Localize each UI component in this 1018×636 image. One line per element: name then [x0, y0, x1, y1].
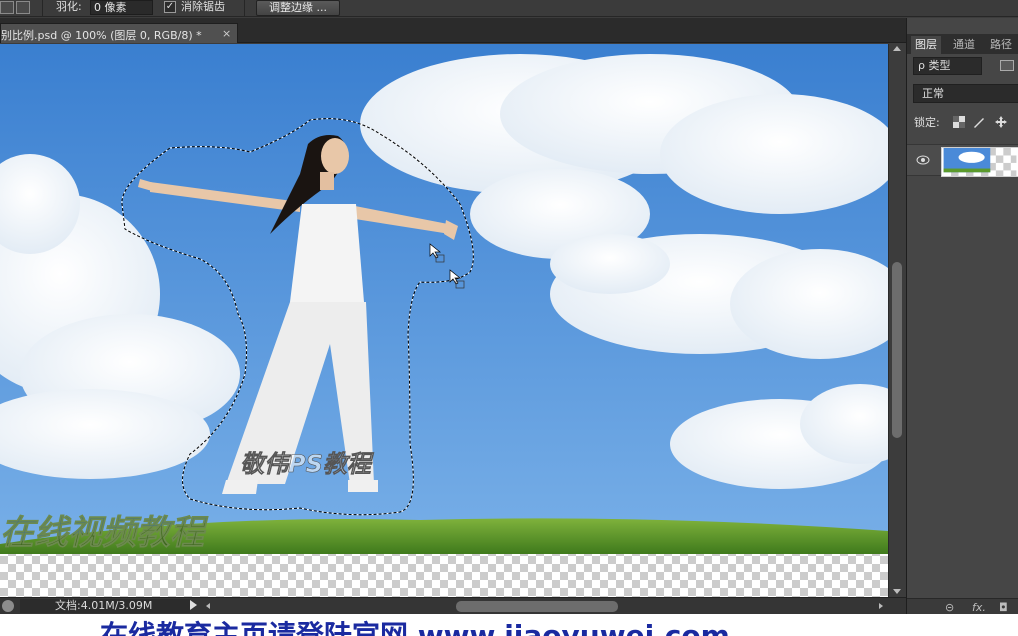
horizontal-scroll-thumb[interactable] — [456, 601, 618, 612]
panel-footer: ⊝ fx. ◘ — [907, 598, 1018, 614]
tab-channels[interactable]: 通道 — [949, 36, 979, 54]
image-filter-icon[interactable] — [1000, 60, 1014, 71]
lock-position-icon[interactable] — [995, 116, 1007, 128]
tab-layers[interactable]: 图层 — [911, 36, 941, 54]
close-icon[interactable]: × — [222, 27, 231, 40]
fx-icon[interactable]: fx. — [972, 601, 986, 614]
status-bar: 文档:4.01M/3.09M — [0, 597, 906, 614]
vertical-scrollbar[interactable] — [888, 44, 905, 597]
document-tab[interactable]: 别比例.psd @ 100% (图层 0, RGB/8) * × — [0, 23, 238, 43]
scroll-right-icon[interactable] — [879, 603, 883, 609]
blend-mode-select[interactable]: 正常 — [913, 84, 1018, 103]
antialias-checkbox[interactable]: ✓ — [164, 1, 176, 13]
document-tab-bar: 别比例.psd @ 100% (图层 0, RGB/8) * × — [0, 18, 906, 43]
antialias-label: 消除锯齿 — [181, 0, 225, 13]
lock-image-pixels-icon[interactable] — [973, 116, 985, 128]
vertical-scroll-thumb[interactable] — [892, 262, 902, 438]
transparent-area — [0, 554, 888, 597]
layer-thumbnail[interactable] — [941, 147, 1018, 177]
layer-row[interactable] — [907, 144, 1018, 177]
feather-label: 羽化: — [56, 0, 82, 13]
layers-panel: 图层 通道 路径 ρ 类型 正常 锁定: ⊝ fx. ◘ — [906, 18, 1018, 614]
layer-filter-select[interactable]: ρ 类型 — [913, 57, 982, 75]
panel-tabs: 图层 通道 路径 — [907, 34, 1018, 54]
caption-text: 在线教育主页请登陆官网 www.jiaoyuwei.com — [100, 619, 730, 636]
status-menu-arrow-icon[interactable] — [190, 600, 197, 610]
lock-transparent-pixels-icon[interactable] — [953, 116, 965, 128]
document-tab-title: 别比例.psd @ 100% (图层 0, RGB/8) * — [1, 29, 202, 42]
scroll-up-icon[interactable] — [893, 46, 901, 51]
document-canvas[interactable]: 敬伟PS教程 在线视频教程 — [0, 44, 888, 597]
watermark-center: 敬伟PS教程 — [240, 450, 375, 478]
document-status-icon[interactable] — [2, 600, 14, 612]
refine-edge-button[interactable]: 调整边缘 ... — [256, 0, 340, 16]
lock-label: 锁定: — [914, 116, 940, 129]
eye-icon[interactable] — [916, 155, 930, 165]
tab-paths[interactable]: 路径 — [986, 36, 1016, 54]
mask-icon[interactable]: ◘ — [999, 601, 1008, 614]
feather-input[interactable]: 0 像素 — [90, 0, 153, 15]
link-icon[interactable]: ⊝ — [945, 601, 954, 614]
options-separator — [42, 0, 43, 17]
intersect-selection-icon[interactable] — [0, 1, 14, 14]
canvas-area[interactable]: 敬伟PS教程 在线视频教程 — [0, 44, 888, 597]
options-separator — [244, 0, 245, 17]
document-size-info: 文档:4.01M/3.09M — [20, 599, 190, 613]
options-bar: 羽化: 0 像素 ✓ 消除锯齿 调整边缘 ... — [0, 0, 1018, 17]
watermark-bottom: 在线视频教程 — [0, 513, 209, 553]
scroll-down-icon[interactable] — [893, 589, 901, 594]
scroll-left-icon[interactable] — [206, 603, 210, 609]
subtract-selection-icon[interactable] — [16, 1, 30, 14]
caption-bar: 在线教育主页请登陆官网 www.jiaoyuwei.com — [0, 614, 1018, 636]
